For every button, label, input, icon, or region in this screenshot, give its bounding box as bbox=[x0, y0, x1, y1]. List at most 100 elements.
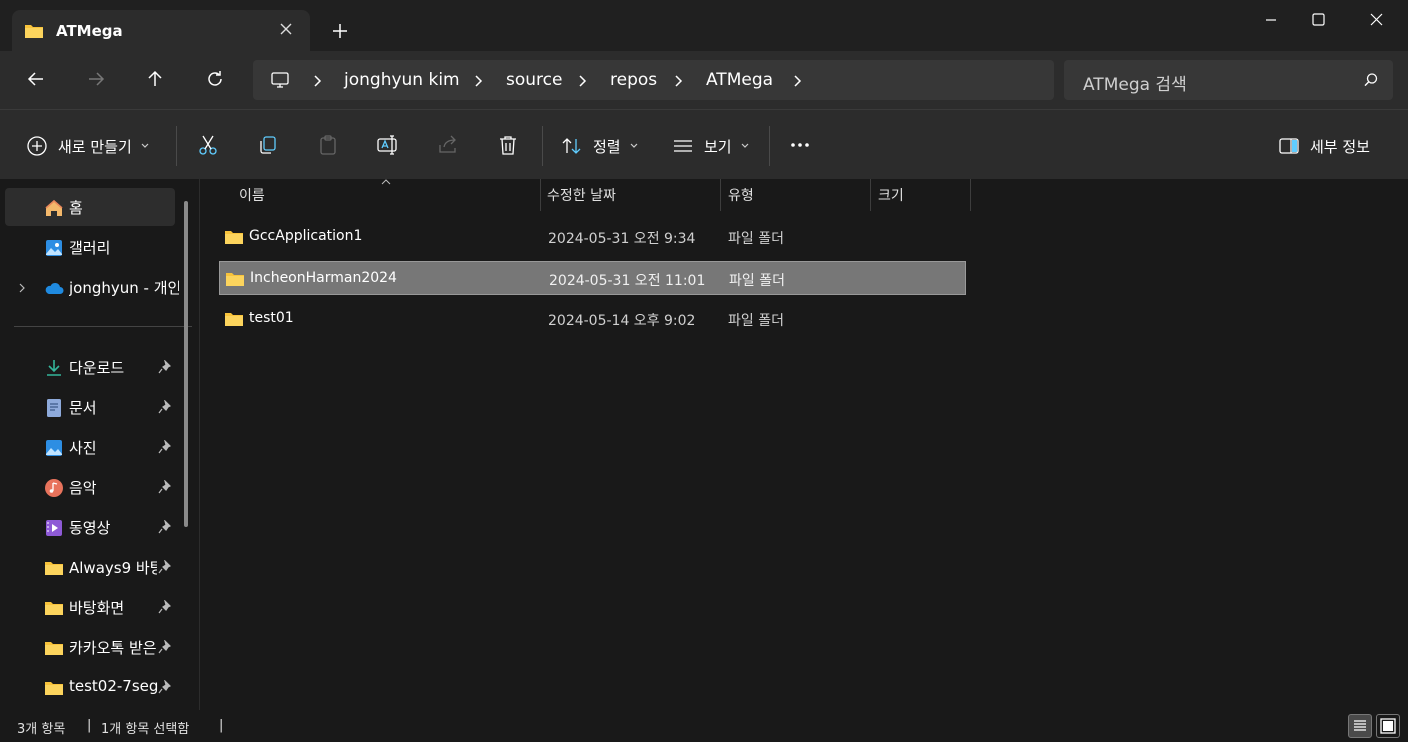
main-area: 홈 갤러리 jonghyun - 개인 다운로드 문서 사진 음악 동영상 Al… bbox=[0, 179, 1408, 710]
tiles-view-button[interactable] bbox=[1376, 714, 1400, 738]
chevron-right-icon[interactable] bbox=[577, 74, 589, 88]
view-button[interactable]: 보기 bbox=[672, 133, 750, 159]
sidebar-item-test02[interactable]: test02-7seg bbox=[5, 668, 175, 706]
toolbar-divider bbox=[769, 126, 770, 166]
close-window-button[interactable] bbox=[1354, 6, 1400, 34]
column-divider[interactable] bbox=[870, 179, 871, 211]
details-view-icon bbox=[1354, 720, 1366, 731]
selected-count: 1개 항목 선택함 bbox=[101, 722, 190, 737]
rename-icon[interactable] bbox=[376, 133, 400, 157]
breadcrumb-source[interactable]: source bbox=[506, 70, 562, 90]
navigation-pane: 홈 갤러리 jonghyun - 개인 다운로드 문서 사진 음악 동영상 Al… bbox=[0, 179, 200, 710]
navigation-bar: jonghyun kim source repos ATMega ATMega … bbox=[0, 51, 1408, 109]
refresh-button[interactable] bbox=[203, 67, 227, 91]
address-bar[interactable]: jonghyun kim source repos ATMega bbox=[253, 60, 1054, 100]
file-name: test01 bbox=[249, 310, 294, 326]
column-header-date[interactable]: 수정한 날짜 bbox=[547, 185, 616, 205]
breadcrumb-repos[interactable]: repos bbox=[610, 70, 657, 90]
pin-icon[interactable] bbox=[157, 680, 171, 694]
chevron-right-icon[interactable] bbox=[312, 74, 324, 88]
folder-icon bbox=[45, 642, 63, 655]
cut-icon[interactable] bbox=[196, 133, 220, 157]
sidebar-item-gallery[interactable]: 갤러리 bbox=[5, 228, 175, 266]
search-input[interactable]: ATMega 검색 bbox=[1064, 60, 1393, 100]
sort-button[interactable]: 정렬 bbox=[561, 133, 639, 159]
pin-icon[interactable] bbox=[157, 600, 171, 614]
breadcrumb-atmega[interactable]: ATMega bbox=[706, 70, 773, 90]
pin-icon[interactable] bbox=[157, 480, 171, 494]
pictures-icon bbox=[46, 440, 62, 456]
column-divider[interactable] bbox=[720, 179, 721, 211]
folder-icon bbox=[226, 273, 244, 286]
chevron-right-icon[interactable] bbox=[792, 74, 804, 88]
close-tab-icon[interactable] bbox=[276, 19, 296, 39]
sidebar-item-videos[interactable]: 동영상 bbox=[5, 508, 175, 546]
sidebar-item-label: 홈 bbox=[69, 199, 83, 217]
sidebar-item-onedrive[interactable]: jonghyun - 개인 bbox=[5, 268, 179, 306]
sidebar-item-documents[interactable]: 문서 bbox=[5, 388, 175, 426]
maximize-button[interactable] bbox=[1295, 6, 1341, 34]
more-options-icon[interactable] bbox=[788, 133, 812, 157]
details-pane-button[interactable]: 세부 정보 bbox=[1278, 133, 1370, 159]
pin-icon[interactable] bbox=[157, 440, 171, 454]
details-view-button[interactable] bbox=[1348, 714, 1372, 738]
video-icon bbox=[46, 520, 62, 536]
sidebar-item-label: jonghyun - 개인 bbox=[69, 279, 179, 297]
item-count: 3개 항목 bbox=[17, 722, 66, 737]
breadcrumb-jonghyun-kim[interactable]: jonghyun kim bbox=[344, 70, 460, 90]
sidebar-item-home[interactable]: 홈 bbox=[5, 188, 175, 226]
file-row[interactable]: test01 2024-05-14 오후 9:02 파일 폴더 bbox=[219, 302, 966, 336]
paste-icon[interactable] bbox=[316, 133, 340, 157]
new-tab-button[interactable] bbox=[328, 19, 352, 43]
sidebar-item-desktop[interactable]: 바탕화면 bbox=[5, 588, 175, 626]
home-icon bbox=[45, 199, 63, 216]
chevron-down-icon bbox=[141, 143, 149, 148]
column-header-size[interactable]: 크기 bbox=[878, 185, 904, 205]
sidebar-item-downloads[interactable]: 다운로드 bbox=[5, 348, 175, 386]
folder-icon bbox=[45, 682, 63, 695]
sidebar-item-pictures[interactable]: 사진 bbox=[5, 428, 175, 466]
document-icon bbox=[47, 399, 61, 417]
minimize-button[interactable] bbox=[1248, 6, 1294, 34]
pin-icon[interactable] bbox=[157, 640, 171, 654]
tab-atmega[interactable]: ATMega bbox=[12, 10, 310, 51]
folder-icon bbox=[45, 562, 63, 575]
chevron-right-icon[interactable] bbox=[473, 74, 485, 88]
up-button[interactable] bbox=[143, 67, 167, 91]
chevron-down-icon bbox=[630, 143, 638, 148]
chevron-right-icon[interactable] bbox=[673, 74, 685, 88]
tab-title: ATMega bbox=[56, 22, 123, 40]
chevron-right-icon[interactable] bbox=[17, 282, 27, 294]
back-button[interactable] bbox=[24, 67, 48, 91]
search-icon[interactable] bbox=[1363, 72, 1379, 88]
file-date: 2024-05-31 오전 11:01 bbox=[549, 273, 706, 289]
sidebar-item-music[interactable]: 음악 bbox=[5, 468, 175, 506]
sidebar-scrollbar[interactable] bbox=[184, 201, 188, 527]
delete-icon[interactable] bbox=[496, 133, 520, 157]
copy-icon[interactable] bbox=[256, 133, 280, 157]
folder-icon bbox=[225, 231, 243, 244]
column-divider[interactable] bbox=[970, 179, 971, 211]
share-icon[interactable] bbox=[436, 133, 460, 157]
file-row[interactable]: GccApplication1 2024-05-31 오전 9:34 파일 폴더 bbox=[219, 220, 966, 254]
column-header-type[interactable]: 유형 bbox=[728, 185, 754, 205]
column-divider[interactable] bbox=[540, 179, 541, 211]
pin-icon[interactable] bbox=[157, 360, 171, 374]
file-date: 2024-05-31 오전 9:34 bbox=[548, 231, 696, 247]
chevron-down-icon bbox=[741, 143, 749, 148]
new-button[interactable]: 새로 만들기 bbox=[26, 133, 150, 159]
search-placeholder: ATMega 검색 bbox=[1083, 75, 1187, 95]
sort-button-label: 정렬 bbox=[593, 137, 621, 156]
forward-button[interactable] bbox=[84, 67, 108, 91]
file-date: 2024-05-14 오후 9:02 bbox=[548, 313, 696, 329]
sidebar-item-kakaotalk[interactable]: 카카오톡 받은 bbox=[5, 628, 175, 666]
sidebar-item-always9[interactable]: Always9 바탕 bbox=[5, 548, 175, 586]
pin-icon[interactable] bbox=[157, 520, 171, 534]
toolbar-divider bbox=[542, 126, 543, 166]
view-button-label: 보기 bbox=[704, 137, 732, 156]
pin-icon[interactable] bbox=[157, 560, 171, 574]
file-row-selected[interactable]: IncheonHarman2024 2024-05-31 오전 11:01 파일… bbox=[219, 261, 966, 295]
column-header-name[interactable]: 이름 bbox=[239, 185, 265, 205]
toolbar-divider bbox=[176, 126, 177, 166]
pin-icon[interactable] bbox=[157, 400, 171, 414]
